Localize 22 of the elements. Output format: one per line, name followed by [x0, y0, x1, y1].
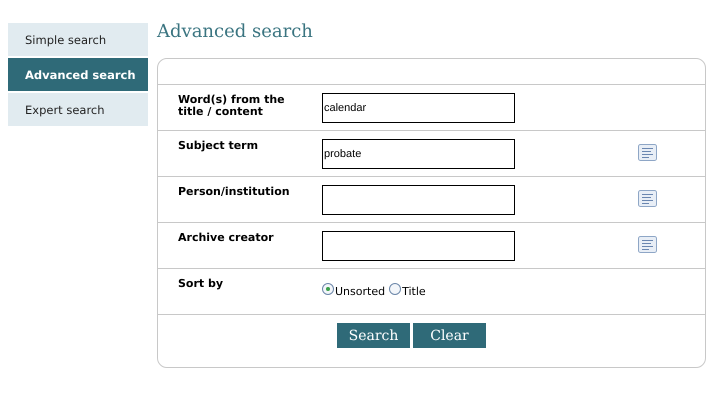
sidebar-item[interactable]: Advanced search — [8, 58, 148, 91]
sidebar-item[interactable]: Expert search — [8, 93, 148, 126]
input-field[interactable] — [322, 231, 515, 261]
field-label: Word(s) from the title / content — [177, 92, 286, 120]
field-label: Subject term — [177, 138, 260, 154]
list-icon[interactable] — [638, 236, 657, 253]
list-icon[interactable] — [638, 144, 657, 161]
input-field[interactable] — [322, 185, 515, 215]
sidebar-item[interactable]: Simple search — [8, 23, 148, 56]
input-field[interactable]: probate — [322, 139, 515, 169]
field-label: Sort by — [177, 276, 224, 292]
input-field[interactable]: calendar — [322, 93, 515, 123]
field-label: Archive creator — [177, 230, 275, 246]
radio-button[interactable] — [389, 283, 402, 295]
field-label: Person/institution — [177, 184, 291, 200]
radio-label: Title — [402, 285, 426, 298]
radio-label: Unsorted — [335, 285, 386, 298]
radio-button[interactable] — [322, 283, 334, 295]
page-title: Advanced search — [157, 21, 314, 44]
list-icon[interactable] — [638, 190, 657, 207]
search-button[interactable]: Search — [337, 323, 410, 348]
clear-button[interactable]: Clear — [413, 323, 486, 348]
